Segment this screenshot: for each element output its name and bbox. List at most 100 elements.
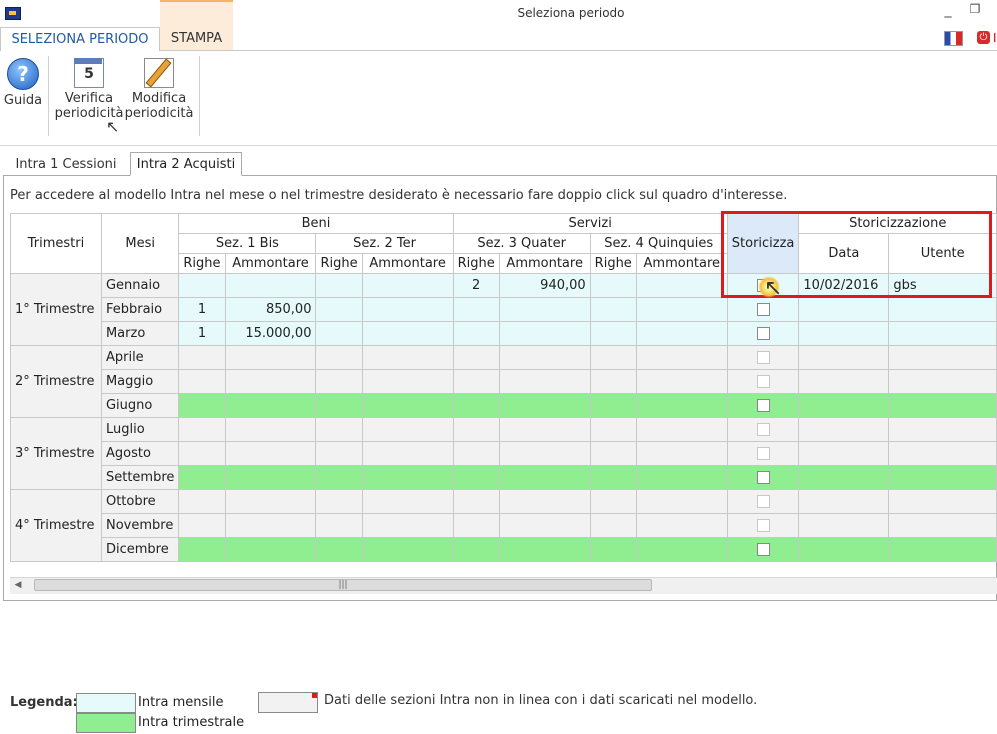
storicizza-cell[interactable] [726, 465, 800, 490]
verifica-periodicita-button[interactable]: 5 Verifica periodicità [54, 58, 124, 121]
data-cell[interactable] [224, 393, 317, 418]
data-cell[interactable] [224, 369, 317, 394]
tab-intra1-cessioni[interactable]: Intra 1 Cessioni [7, 154, 125, 176]
data-cell[interactable] [452, 417, 500, 442]
table-row[interactable]: 2° Trimestre Aprile [10, 345, 997, 418]
storicizza-cell[interactable] [726, 393, 800, 418]
table-row[interactable]: Febbraio 1 850,00 [11, 297, 997, 322]
storicizza-checkbox[interactable] [756, 447, 770, 460]
data-cell[interactable] [178, 273, 226, 298]
data-cell[interactable] [315, 441, 363, 466]
data-cell[interactable] [635, 393, 728, 418]
data-cell[interactable] [452, 321, 500, 346]
data-cell[interactable] [361, 513, 454, 538]
storicizza-checkbox[interactable] [756, 351, 770, 364]
storicizza-cell[interactable] [726, 345, 800, 370]
data-cell[interactable]: 1 [178, 321, 226, 346]
data-cell[interactable] [178, 465, 226, 490]
data-cell[interactable] [589, 321, 637, 346]
data-cell[interactable] [452, 537, 500, 562]
data-cell[interactable] [315, 369, 363, 394]
data-cell[interactable] [315, 273, 363, 298]
data-cell[interactable] [452, 489, 500, 514]
data-cell[interactable] [452, 345, 500, 370]
header-storicizza[interactable]: Storicizza [726, 213, 800, 274]
storicizza-checkbox[interactable] [756, 543, 770, 556]
data-cell[interactable] [224, 417, 317, 442]
data-cell[interactable] [178, 417, 226, 442]
data-cell[interactable] [361, 345, 454, 370]
data-cell[interactable] [178, 369, 226, 394]
tab-seleziona-periodo[interactable]: SELEZIONA PERIODO [0, 27, 160, 51]
storicizza-checkbox[interactable] [756, 423, 770, 436]
data-cell[interactable] [589, 465, 637, 490]
data-cell[interactable] [361, 465, 454, 490]
storicizza-cell[interactable] [726, 297, 800, 322]
data-cell[interactable] [635, 345, 728, 370]
data-cell[interactable] [498, 465, 591, 490]
storicizza-checkbox[interactable] [756, 399, 770, 412]
minimize-button[interactable]: _ [939, 2, 957, 20]
data-cell[interactable] [178, 393, 226, 418]
data-cell[interactable]: 1 [178, 297, 226, 322]
data-cell[interactable] [589, 441, 637, 466]
storicizza-cell[interactable] [726, 489, 800, 514]
data-cell[interactable] [315, 417, 363, 442]
data-cell[interactable] [315, 513, 363, 538]
data-cell[interactable] [315, 297, 363, 322]
data-cell[interactable] [635, 297, 728, 322]
data-cell[interactable] [498, 297, 591, 322]
data-cell[interactable] [361, 537, 454, 562]
data-cell[interactable] [635, 369, 728, 394]
table-row[interactable]: 4° Trimestre Ottobre [10, 489, 997, 562]
data-cell[interactable] [224, 273, 317, 298]
data-cell[interactable] [498, 513, 591, 538]
data-cell[interactable] [224, 513, 317, 538]
storicizza-checkbox[interactable] [756, 519, 770, 532]
data-cell[interactable] [315, 465, 363, 490]
storicizza-cell[interactable] [726, 537, 800, 562]
data-cell[interactable] [224, 537, 317, 562]
tab-intra2-acquisti[interactable]: Intra 2 Acquisti [130, 152, 242, 176]
table-row[interactable]: Marzo 1 15.000,00 [11, 321, 997, 346]
data-cell[interactable] [224, 465, 317, 490]
power-label[interactable]: I [993, 31, 997, 45]
data-cell[interactable] [589, 369, 637, 394]
data-cell[interactable] [452, 369, 500, 394]
storicizza-cell[interactable] [726, 417, 800, 442]
data-cell[interactable] [498, 393, 591, 418]
data-cell[interactable] [224, 441, 317, 466]
data-cell[interactable] [589, 513, 637, 538]
storicizza-cell[interactable] [726, 321, 800, 346]
storicizza-checkbox[interactable] [756, 471, 770, 484]
data-cell[interactable] [498, 345, 591, 370]
data-cell[interactable]: 940,00 [498, 273, 591, 298]
data-cell[interactable] [452, 393, 500, 418]
data-cell[interactable] [498, 417, 591, 442]
data-cell[interactable] [315, 393, 363, 418]
table-row[interactable]: 3° Trimestre Luglio [10, 417, 997, 490]
data-cell[interactable] [589, 537, 637, 562]
data-cell[interactable] [635, 489, 728, 514]
data-cell[interactable] [361, 297, 454, 322]
data-cell[interactable] [635, 513, 728, 538]
storicizza-checkbox[interactable] [756, 495, 770, 508]
table-row[interactable]: Maggio [11, 369, 997, 394]
data-cell[interactable]: 2 [452, 273, 500, 298]
table-row[interactable]: 1° TrimestreGennaio2940,00✓10/02/2016gbs [10, 273, 997, 346]
data-cell[interactable] [178, 441, 226, 466]
data-cell[interactable] [315, 489, 363, 514]
guida-button[interactable]: ? Guida [2, 58, 44, 108]
table-row[interactable]: Novembre [11, 513, 997, 538]
storicizza-checkbox[interactable] [756, 375, 770, 388]
data-cell[interactable] [361, 393, 454, 418]
data-cell[interactable] [498, 489, 591, 514]
data-cell[interactable] [178, 537, 226, 562]
storicizza-cell[interactable] [726, 441, 800, 466]
table-row[interactable]: Settembre [11, 465, 997, 490]
data-cell[interactable] [361, 273, 454, 298]
storicizza-cell[interactable] [726, 513, 800, 538]
data-cell[interactable] [635, 441, 728, 466]
data-cell[interactable] [635, 321, 728, 346]
data-cell[interactable] [224, 489, 317, 514]
